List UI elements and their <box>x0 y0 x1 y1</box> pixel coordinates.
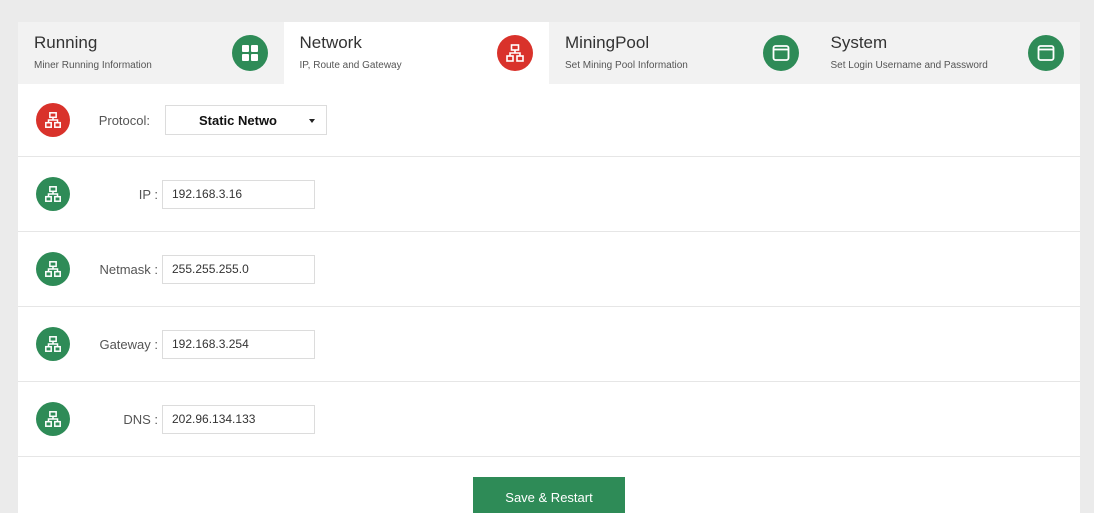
netmask-field[interactable]: 255.255.255.0 <box>162 254 315 284</box>
dns-row: DNS : 202.96.134.133 <box>18 382 1080 457</box>
gateway-label: Gateway : <box>99 336 158 352</box>
tab-system[interactable]: System Set Login Username and Password <box>815 22 1081 84</box>
dns-label: DNS : <box>123 411 158 427</box>
network-icon <box>36 327 70 361</box>
tab-bar: Running Miner Running Information Networ… <box>18 22 1080 84</box>
save-restart-button[interactable]: Save & Restart <box>473 477 625 513</box>
window-icon <box>1028 35 1064 71</box>
protocol-label: Protocol: <box>98 112 150 128</box>
netmask-row: Netmask : 255.255.255.0 <box>18 232 1080 307</box>
network-icon <box>36 252 70 286</box>
gateway-row: Gateway : 192.168.3.254 <box>18 307 1080 382</box>
netmask-label: Netmask : <box>99 261 158 277</box>
ip-label: IP : <box>138 186 158 202</box>
ip-row: IP : 192.168.3.16 <box>18 157 1080 232</box>
tab-network[interactable]: Network IP, Route and Gateway <box>283 22 549 84</box>
network-icon <box>36 177 70 211</box>
dns-field[interactable]: 202.96.134.133 <box>162 404 315 434</box>
protocol-value: Static Netwo <box>198 112 277 128</box>
network-icon <box>36 402 70 436</box>
network-icon <box>36 103 70 137</box>
ip-field[interactable]: 192.168.3.16 <box>162 179 315 209</box>
protocol-select[interactable]: Static Netwo <box>165 105 327 135</box>
caret-down-icon <box>309 119 315 123</box>
tab-miningpool[interactable]: MiningPool Set Mining Pool Information <box>549 22 815 84</box>
network-icon <box>497 35 533 71</box>
network-form: Protocol: Static Netwo IP : 192.168.3.16 <box>18 84 1080 457</box>
tab-running[interactable]: Running Miner Running Information <box>18 22 284 84</box>
protocol-row: Protocol: Static Netwo <box>18 84 1080 157</box>
app-frame: Running Miner Running Information Networ… <box>18 22 1080 513</box>
window-icon <box>762 35 799 71</box>
grid-icon <box>231 35 268 71</box>
gateway-field[interactable]: 192.168.3.254 <box>162 329 315 359</box>
